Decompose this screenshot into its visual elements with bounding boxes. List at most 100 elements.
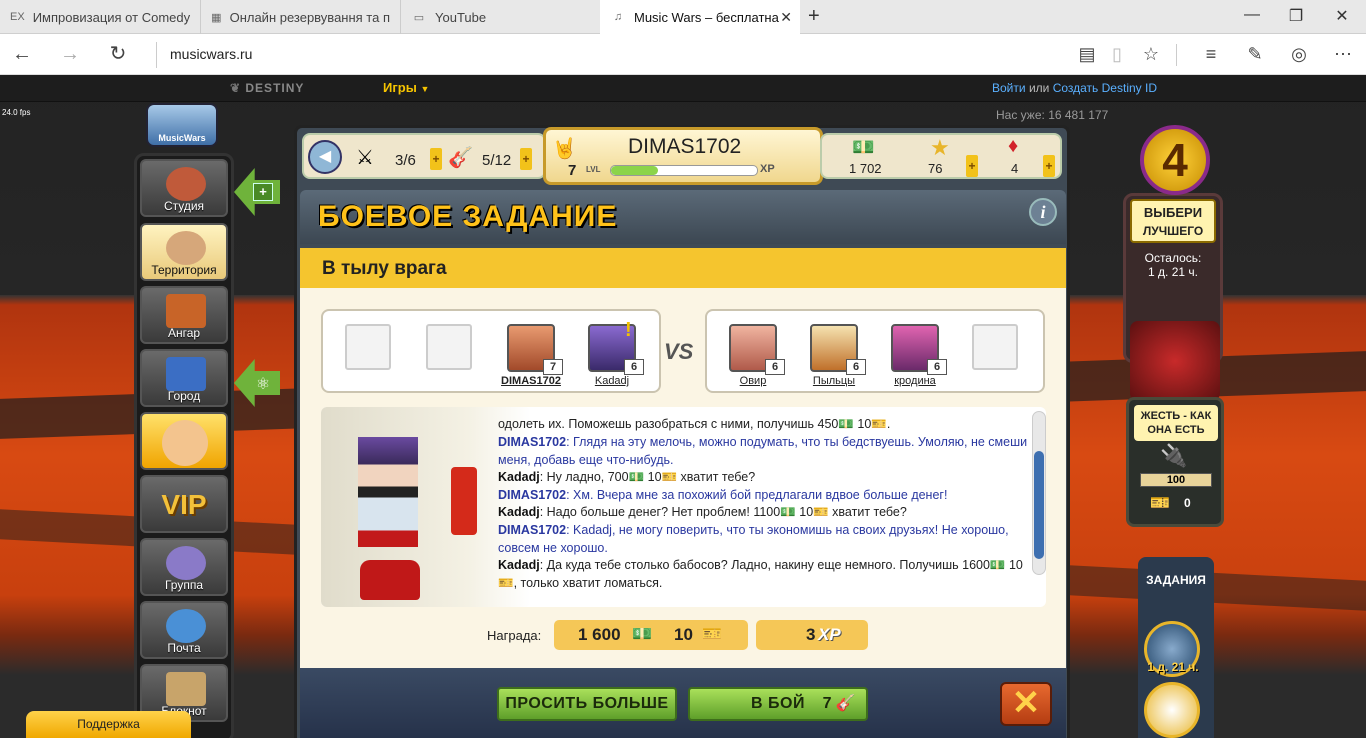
user-count: Нас уже: 16 481 177 [996, 108, 1109, 122]
info-button[interactable]: i [1029, 198, 1057, 226]
sidebar-item-group[interactable]: Группа [140, 538, 228, 596]
sidebar-item-label: Студия [163, 199, 205, 213]
enemy-name[interactable]: Пыльцы [794, 375, 874, 387]
close-mission-button[interactable]: ✕ [1000, 682, 1052, 726]
music-wars-logo[interactable]: MusicWars [146, 103, 218, 147]
tab-label: Music Wars – бесплатна [634, 9, 779, 25]
enemy-name[interactable]: кродина [875, 375, 955, 387]
share-icon[interactable]: ◎ [1288, 44, 1310, 65]
reward-money: 1 600 [578, 625, 621, 644]
close-tab-icon[interactable]: ✕ [780, 9, 792, 26]
group-icon [166, 546, 206, 580]
dialog-line: одолеть их. Поможешь разобраться с ними,… [498, 417, 891, 431]
login-link[interactable]: Войти [992, 81, 1026, 95]
close-window-button[interactable]: ✕ [1332, 6, 1352, 26]
tab-comedy[interactable]: EX Импровизация от Comedy [0, 0, 200, 34]
plug-icon: 🔌 [1160, 443, 1188, 468]
mail-icon [166, 609, 206, 643]
level-badge: 7 [543, 359, 563, 375]
reward-label: Награда: [487, 628, 542, 643]
atom-icon: ⚛ [255, 376, 271, 393]
attack-plus-button[interactable]: + [520, 148, 532, 170]
event-badge[interactable]: 4 [1140, 125, 1210, 195]
tasks-label[interactable]: ЗАДАНИЯ [1140, 573, 1212, 587]
book-icon[interactable]: ▯ [1106, 44, 1128, 65]
xp-bar-fill [611, 166, 658, 175]
character-boots [360, 560, 420, 600]
tab-label: YouTube [435, 9, 487, 25]
ticket-icon: 🎫 [702, 626, 722, 643]
game-page: ❦ DESTINY Игры ▼ Войти или Создать Desti… [0, 75, 1366, 738]
back-icon[interactable]: ← [10, 44, 34, 64]
plus-icon: + [253, 183, 273, 201]
sidebar-item-vip[interactable]: VIP [140, 475, 228, 533]
robot-image[interactable] [1130, 321, 1220, 401]
empty-slot[interactable] [972, 324, 1018, 370]
dialog-line: Kadadj: Да куда тебе столько бабосов? Ла… [498, 558, 1023, 590]
empty-slot[interactable] [345, 324, 391, 370]
ticket-icon: 🎫 [1150, 495, 1170, 512]
harsh-label: ЖЕСТЬ - КАК ОНА ЕСТЬ [1134, 405, 1218, 441]
fight-button[interactable]: В БОЙ 7 🎸 [688, 687, 868, 721]
dialog-line: Kadadj: Надо больше денег? Нет проблем! … [498, 505, 907, 519]
favorite-star-icon[interactable]: ☆ [1140, 44, 1162, 65]
gem-icon: ♦ [1008, 135, 1019, 157]
gems-plus-button[interactable]: + [1043, 155, 1055, 177]
time-left-value: 1 д. 21 ч. [1148, 265, 1198, 279]
tab-booking[interactable]: ▦ Онлайн резервування та п [200, 0, 400, 34]
forward-icon[interactable]: → [58, 44, 82, 64]
dialog-line: DIMAS1702: Kadadj, не могу поверить, что… [498, 523, 1009, 555]
teammate-name[interactable]: Kadadj [572, 375, 652, 387]
ask-more-button[interactable]: ПРОСИТЬ БОЛЬШЕ [497, 687, 677, 721]
hangar-icon [166, 294, 206, 328]
sidebar-item-label: Почта [167, 641, 201, 655]
back-arrow-icon[interactable]: ◀ [308, 140, 342, 174]
maximize-button[interactable]: ❐ [1286, 6, 1306, 26]
vs-label: VS [664, 339, 694, 364]
tab-music-wars[interactable]: ♫ Music Wars – бесплатна ✕ [600, 0, 800, 34]
hotel-icon: ▦ [211, 11, 222, 24]
time-left: Осталось: 1 д. 21 ч. [1126, 251, 1220, 279]
create-id-link[interactable]: Создать Destiny ID [1053, 81, 1157, 95]
divider [156, 42, 157, 68]
city-icon [166, 357, 206, 391]
new-tab-button[interactable]: + [808, 5, 820, 28]
sidebar-item-studio[interactable]: Студия [140, 159, 228, 217]
lvl-label: LVL [586, 165, 601, 174]
more-icon[interactable]: ⋯ [1332, 44, 1354, 65]
sidebar-item-mail[interactable]: Почта [140, 601, 228, 659]
money-value: 1 702 [849, 161, 882, 176]
stars-plus-button[interactable]: + [966, 155, 978, 177]
sidebar-item-territory[interactable]: Территория [140, 223, 228, 281]
web-note-icon[interactable]: ✎ [1244, 44, 1266, 65]
teammate-name[interactable]: DIMAS1702 [491, 375, 571, 387]
task-time: 1 д. 21 ч. [1147, 660, 1199, 674]
energy-value: 3/6 [395, 152, 416, 169]
choose-best-label: ВЫБЕРИ ЛУЧШЕГО [1130, 199, 1216, 243]
enemy-name[interactable]: Овир [713, 375, 793, 387]
url-field[interactable]: musicwars.ru [170, 46, 252, 62]
minimize-button[interactable]: — [1242, 6, 1262, 24]
sidebar-item-city[interactable]: Город [140, 349, 228, 407]
energy-plus-button[interactable]: + [430, 148, 442, 170]
scrollbar-thumb[interactable] [1034, 451, 1044, 559]
mission-title: БОЕВОЕ ЗАДАНИЕ [318, 200, 618, 233]
choose-text-2: ЛУЧШЕГО [1142, 224, 1204, 238]
support-button[interactable]: Поддержка [26, 711, 191, 738]
player-namebox: 🤘 DIMAS1702 7 LVL XP [543, 127, 823, 185]
fist-icon [166, 231, 206, 265]
hub-icon[interactable]: ≡ [1200, 44, 1222, 65]
page-icon: ▭ [413, 11, 425, 24]
games-menu[interactable]: Игры ▼ [383, 80, 429, 95]
empty-slot[interactable] [426, 324, 472, 370]
refresh-icon[interactable]: ↻ [106, 44, 130, 64]
task-avatar[interactable] [1144, 682, 1200, 738]
tab-youtube[interactable]: ▭ YouTube [400, 0, 600, 34]
rock-hand-icon: 🤘 [552, 138, 577, 160]
or-text: или [1028, 81, 1050, 95]
sidebar-item-hangar[interactable]: Ангар [140, 286, 228, 344]
sidebar-item-girl[interactable] [140, 412, 228, 470]
reward-xp-box: 3 XP [756, 620, 868, 650]
reading-view-icon[interactable]: ▤ [1076, 44, 1098, 65]
destiny-logo[interactable]: ❦ DESTINY [230, 81, 304, 95]
